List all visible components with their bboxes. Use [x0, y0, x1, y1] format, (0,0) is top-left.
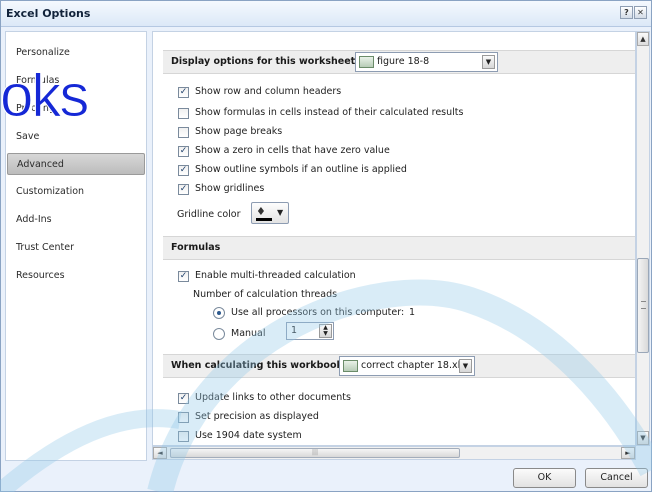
show-formulas-label: Show formulas in cells instead of their … — [195, 107, 464, 118]
processor-count-value: 1 — [409, 307, 416, 318]
manual-threads-stepper[interactable]: 1 ▲ ▼ — [286, 322, 334, 340]
nav-item-trust-center[interactable]: Trust Center — [7, 237, 145, 259]
show-zero-checkbox[interactable]: ✓ — [178, 146, 189, 157]
ok-button[interactable]: OK — [513, 468, 576, 488]
show-page-breaks-label: Show page breaks — [195, 126, 283, 137]
show-gridlines-label: Show gridlines — [195, 183, 265, 194]
excel-options-dialog: Excel Options ? ✕ Personalize Formulas P… — [0, 0, 652, 492]
multithread-checkbox[interactable]: ✓ — [178, 271, 189, 282]
show-headers-checkbox[interactable]: ✓ — [178, 87, 189, 98]
advanced-options-panel: Display options for this worksheet: figu… — [152, 31, 636, 446]
calc-section-header: When calculating this workbook: correct … — [163, 354, 635, 378]
manual-threads-label: Manual — [231, 328, 266, 339]
close-button[interactable]: ✕ — [634, 6, 647, 19]
vertical-scroll-thumb[interactable] — [637, 258, 649, 353]
worksheet-icon — [359, 56, 374, 68]
show-outline-label: Show outline symbols if an outline is ap… — [195, 164, 407, 175]
help-button[interactable]: ? — [620, 6, 633, 19]
dialog-title: Excel Options — [6, 7, 91, 20]
show-headers-label: Show row and column headers — [195, 86, 342, 97]
worksheet-select[interactable]: figure 18-8 ▼ — [355, 52, 498, 72]
vertical-scrollbar[interactable]: ▲ ▼ — [636, 31, 650, 446]
scroll-right-icon[interactable]: ► — [621, 447, 635, 459]
show-outline-checkbox[interactable]: ✓ — [178, 165, 189, 176]
watermark-text: oks — [0, 62, 90, 129]
nav-item-advanced[interactable]: Advanced — [7, 153, 145, 175]
nav-item-save[interactable]: Save — [7, 126, 145, 148]
date-1904-checkbox[interactable] — [178, 431, 189, 442]
manual-threads-radio[interactable] — [213, 328, 225, 340]
paint-bucket-icon: ♦ — [256, 205, 266, 218]
nav-item-resources[interactable]: Resources — [7, 265, 145, 287]
date-1904-label: Use 1904 date system — [195, 430, 302, 441]
calc-section-title: When calculating this workbook: — [171, 360, 347, 371]
nav-item-personalize[interactable]: Personalize — [7, 42, 145, 64]
workbook-select[interactable]: correct chapter 18.xls ▼ — [339, 356, 475, 376]
scroll-up-icon[interactable]: ▲ — [637, 32, 649, 46]
title-bar[interactable]: Excel Options ? ✕ — [1, 1, 651, 27]
formulas-section-header: Formulas — [163, 236, 635, 260]
worksheet-select-value: figure 18-8 — [377, 56, 430, 67]
chevron-down-icon[interactable]: ▼ — [459, 359, 472, 373]
show-gridlines-checkbox[interactable]: ✓ — [178, 184, 189, 195]
gridline-color-label: Gridline color — [177, 209, 241, 220]
use-all-processors-radio[interactable] — [213, 307, 225, 319]
scroll-left-icon[interactable]: ◄ — [153, 447, 167, 459]
horizontal-scroll-thumb[interactable]: ||| — [170, 448, 460, 458]
show-formulas-checkbox[interactable] — [178, 108, 189, 119]
display-section-title: Display options for this worksheet: — [171, 56, 359, 67]
title-bar-buttons: ? ✕ — [620, 6, 647, 19]
set-precision-checkbox[interactable] — [178, 412, 189, 423]
grip-icon — [641, 301, 646, 309]
show-page-breaks-checkbox[interactable] — [178, 127, 189, 138]
cancel-button[interactable]: Cancel — [585, 468, 648, 488]
horizontal-scrollbar[interactable]: ◄ ||| ► — [152, 446, 636, 460]
set-precision-label: Set precision as displayed — [195, 411, 319, 422]
nav-item-add-ins[interactable]: Add-Ins — [7, 209, 145, 231]
multithread-label: Enable multi-threaded calculation — [195, 270, 356, 281]
gridline-color-button[interactable]: ♦ ▼ — [251, 202, 289, 224]
scroll-down-icon[interactable]: ▼ — [637, 431, 649, 445]
stepper-arrows-icon[interactable]: ▲ ▼ — [319, 324, 332, 338]
display-section-header: Display options for this worksheet: figu… — [163, 50, 635, 74]
show-zero-label: Show a zero in cells that have zero valu… — [195, 145, 390, 156]
formulas-section-title: Formulas — [171, 242, 221, 253]
nav-item-customization[interactable]: Customization — [7, 181, 145, 203]
update-links-label: Update links to other documents — [195, 392, 351, 403]
gridline-color-swatch — [256, 218, 272, 221]
chevron-down-icon: ▼ — [277, 208, 284, 217]
workbook-icon — [343, 360, 358, 372]
threads-label: Number of calculation threads — [193, 289, 338, 300]
update-links-checkbox[interactable]: ✓ — [178, 393, 189, 404]
chevron-down-icon[interactable]: ▼ — [482, 55, 495, 69]
workbook-select-value: correct chapter 18.xls — [361, 360, 466, 371]
use-all-processors-label: Use all processors on this computer: — [231, 307, 405, 318]
manual-threads-value: 1 — [291, 325, 298, 336]
